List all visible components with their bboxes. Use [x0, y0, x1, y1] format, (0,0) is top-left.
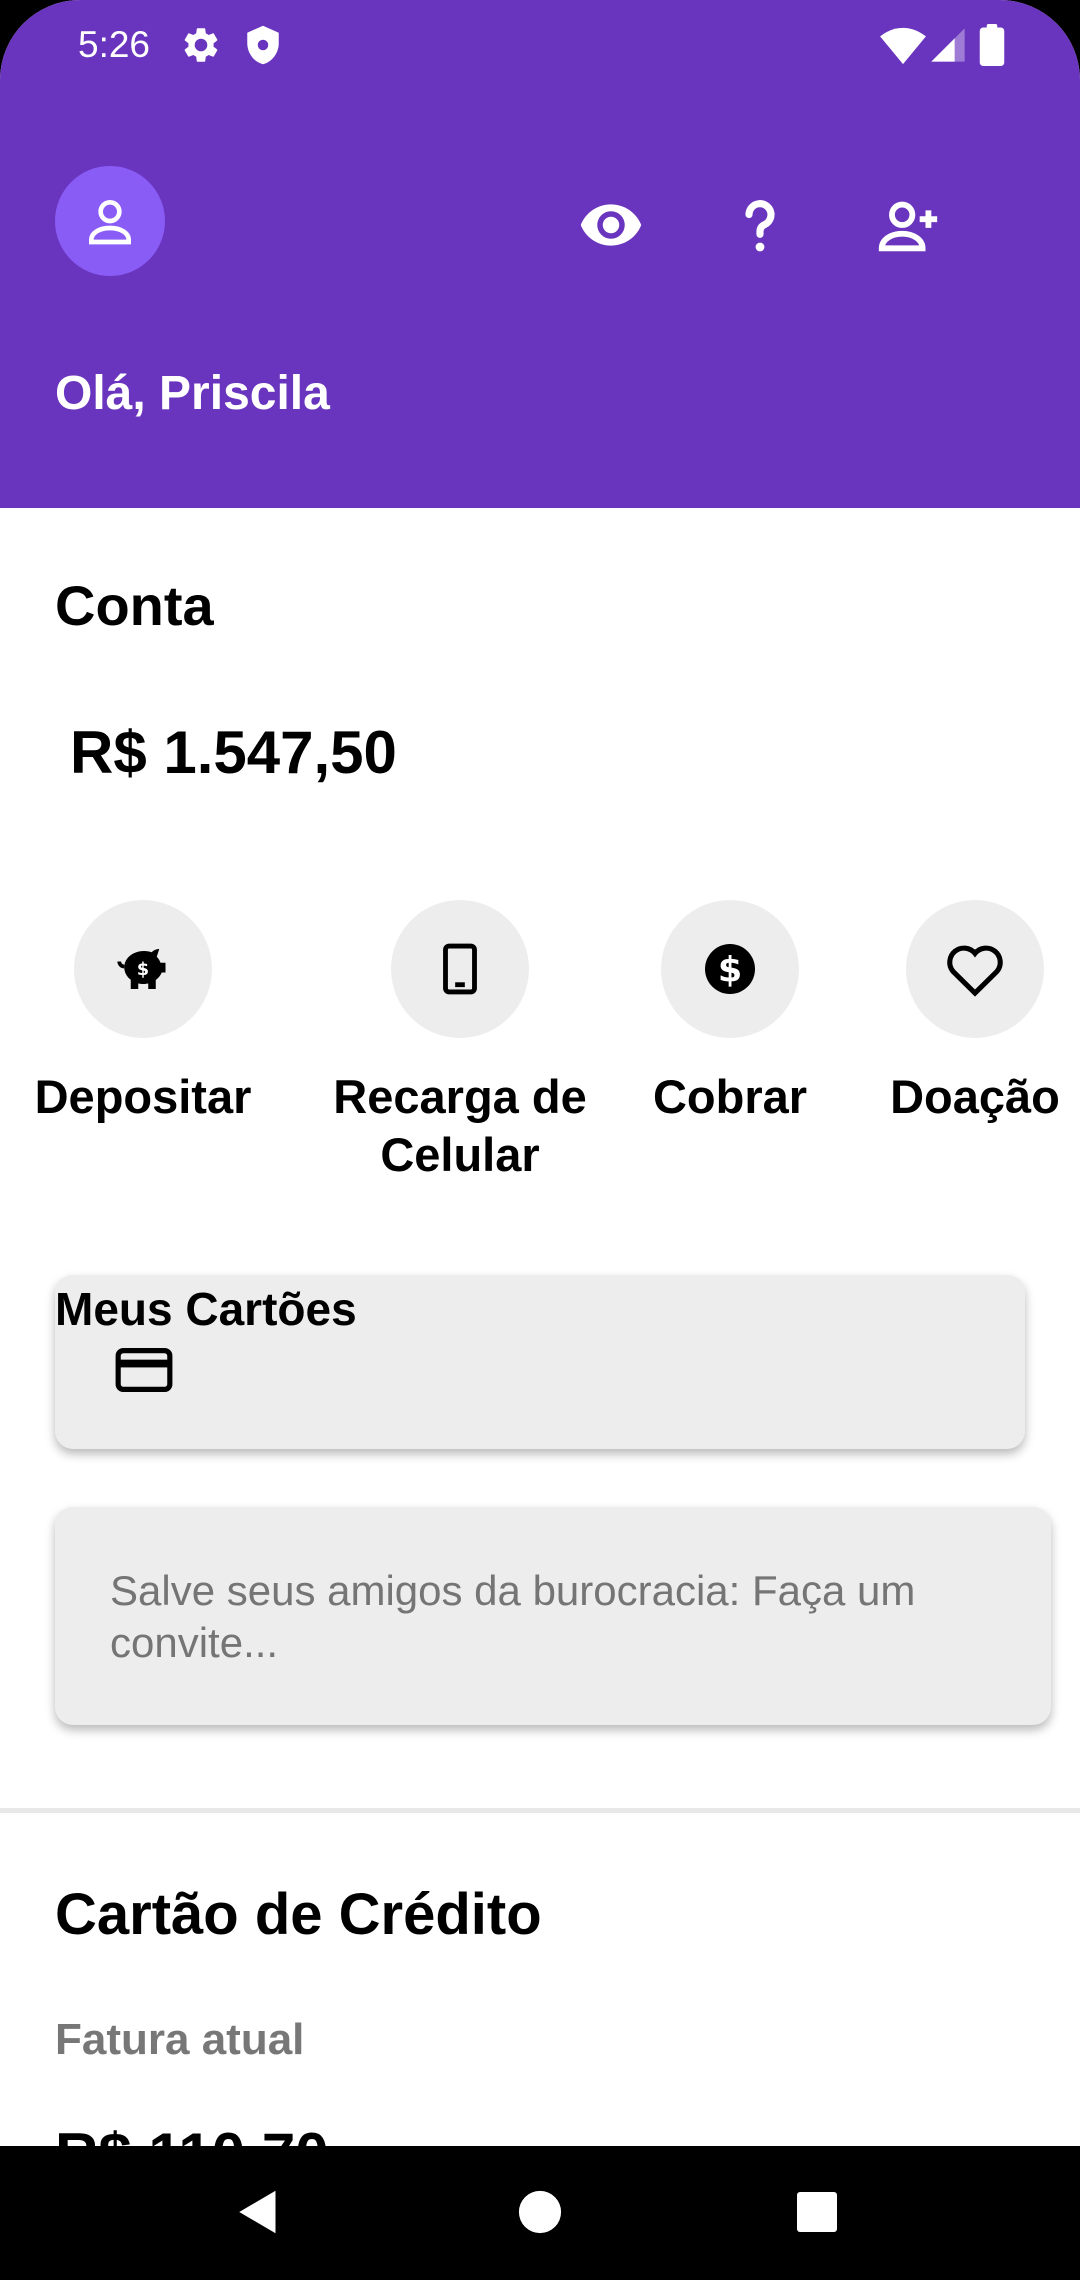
dollar-icon: $: [705, 944, 755, 994]
current-invoice-label: Fatura atual: [55, 2015, 305, 2064]
credit-card-icon: [113, 1339, 175, 1406]
phone-icon: [443, 943, 477, 995]
svg-text:$: $: [718, 951, 742, 991]
person-icon: [89, 199, 131, 245]
my-cards-card[interactable]: Meus Cartões: [55, 1275, 1025, 1449]
phone-recharge-circle[interactable]: [391, 900, 529, 1038]
signal-icon: [928, 24, 968, 66]
donation-button[interactable]: Doação: [880, 900, 1070, 1126]
recents-icon: [797, 2192, 837, 2232]
donation-label: Doação: [890, 1070, 1060, 1123]
toggle-visibility-button[interactable]: [576, 190, 646, 260]
help-button[interactable]: [725, 190, 795, 260]
eye-icon: [580, 204, 642, 246]
phone-recharge-button[interactable]: Recarga de Celular: [330, 900, 590, 1184]
deposit-circle[interactable]: $: [74, 900, 212, 1038]
deposit-label: Depositar: [34, 1070, 252, 1123]
deposit-button[interactable]: $ Depositar: [24, 900, 262, 1126]
navigation-bar: [0, 2146, 1080, 2280]
home-button[interactable]: [504, 2176, 576, 2248]
header: 5:26 Olá, Priscila: [0, 0, 1080, 508]
app-screen: 5:26 Olá, Priscila Conta R$ 1.547,50 $ D…: [0, 0, 1080, 2280]
charge-button[interactable]: $ Cobrar: [630, 900, 830, 1126]
invite-card[interactable]: Salve seus amigos da burocracia: Faça um…: [55, 1507, 1051, 1725]
wifi-icon: [880, 24, 926, 66]
piggy-bank-icon: $: [117, 949, 166, 989]
shield-icon: [242, 24, 284, 66]
credit-card-title: Cartão de Crédito: [55, 1882, 542, 1947]
divider: [0, 1808, 1080, 1813]
back-button[interactable]: [222, 2176, 294, 2248]
account-balance: R$ 1.547,50: [70, 719, 397, 786]
donation-circle[interactable]: [906, 900, 1044, 1038]
greeting: Olá, Priscila: [55, 367, 330, 420]
add-person-icon: [878, 201, 938, 252]
battery-icon: [975, 24, 1009, 66]
phone-recharge-label: Recarga de Celular: [333, 1070, 587, 1181]
help-icon: [745, 200, 775, 252]
account-title: Conta: [55, 574, 214, 637]
home-icon: [518, 2190, 562, 2234]
charge-label: Cobrar: [652, 1070, 808, 1123]
charge-circle[interactable]: $: [661, 900, 799, 1038]
avatar[interactable]: [55, 166, 165, 276]
recents-button[interactable]: [781, 2176, 853, 2248]
status-time: 5:26: [78, 24, 151, 65]
back-icon: [239, 2190, 276, 2234]
invite-text: Salve seus amigos da burocracia: Faça um…: [110, 1567, 916, 1666]
gear-icon: [180, 24, 222, 66]
svg-text:$: $: [137, 960, 149, 980]
my-cards-title: Meus Cartões: [55, 1283, 357, 1335]
add-person-button[interactable]: [873, 190, 943, 260]
heart-icon: [947, 945, 1003, 997]
